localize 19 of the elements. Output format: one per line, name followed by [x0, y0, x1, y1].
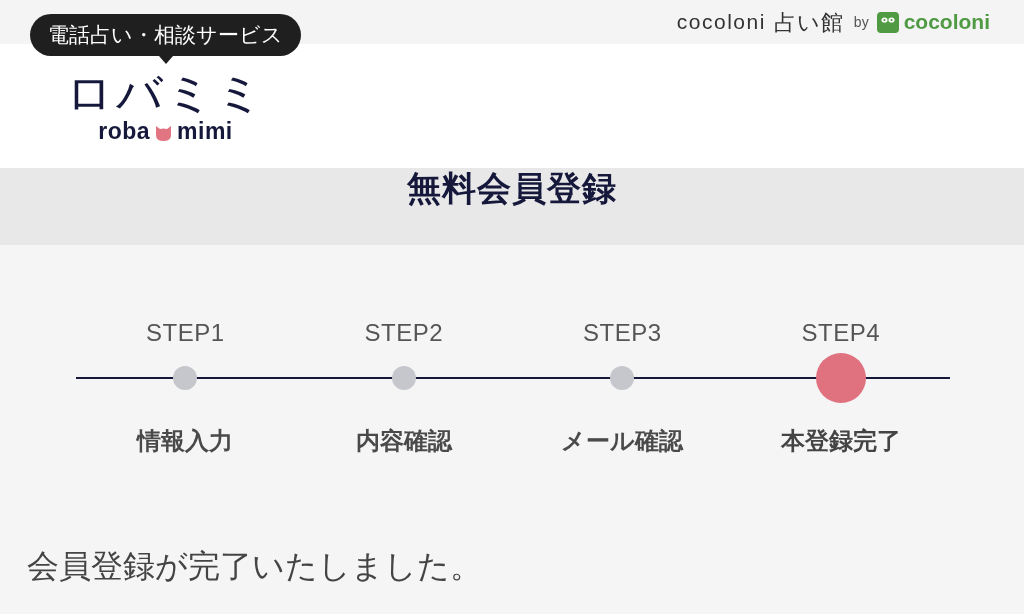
step-name: 内容確認	[355, 426, 452, 456]
logo-title: ロバミミ	[65, 68, 266, 118]
logo-subtitle: roba	[98, 118, 151, 144]
logo-subtitle: mimi	[177, 118, 233, 144]
step-label: STEP2	[364, 318, 443, 348]
step-name: メール確認	[561, 426, 684, 456]
step-name: 本登録完了	[780, 426, 901, 456]
brand-text: cocoloni	[676, 9, 766, 36]
step-name: 情報入力	[137, 426, 234, 456]
cat-head-icon	[155, 125, 173, 141]
partner-name: cocoloni	[903, 9, 990, 36]
step-label: STEP4	[801, 318, 880, 348]
step-label: STEP3	[583, 318, 662, 348]
step-label: STEP1	[146, 318, 225, 348]
page-title: 無料会員登録	[407, 168, 617, 208]
face-logo-icon	[876, 11, 899, 33]
completion-message: 会員登録が完了いたしました。	[26, 547, 483, 585]
brand-suffix-text: 占い館	[773, 8, 844, 37]
by-text: by	[853, 12, 869, 32]
